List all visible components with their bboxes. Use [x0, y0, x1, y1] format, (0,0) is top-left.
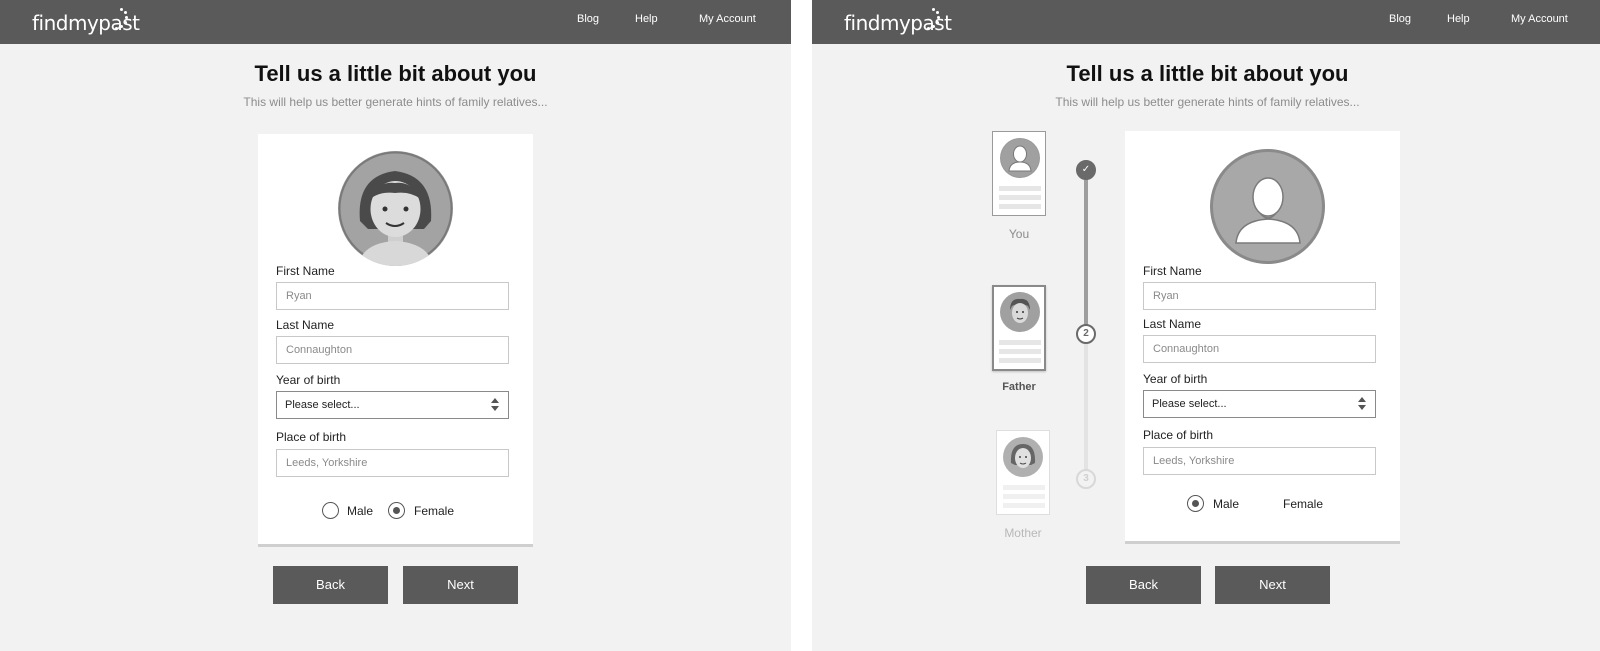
placeholder-line [1003, 503, 1045, 508]
year-of-birth-select[interactable]: Please select... [1143, 390, 1376, 418]
step-1-done-icon: ✓ [1076, 160, 1096, 180]
member-card-father[interactable] [992, 285, 1046, 371]
nav-my-account[interactable]: My Account [699, 13, 756, 25]
back-button[interactable]: Back [273, 566, 388, 604]
last-name-label: Last Name [276, 318, 335, 332]
gender-male-label[interactable]: Male [1213, 497, 1239, 511]
year-of-birth-label: Year of birth [276, 373, 341, 387]
page-title: Tell us a little bit about you [254, 61, 537, 86]
place-of-birth-label: Place of birth [276, 430, 347, 444]
first-name-input[interactable]: Ryan [1143, 282, 1376, 310]
top-navigation-bar: findmypast Blog Help My Account [812, 0, 1600, 44]
last-name-input[interactable]: Connaughton [276, 336, 509, 364]
first-name-label: First Name [276, 264, 335, 278]
right-panel: findmypast Blog Help My Account Tell us … [812, 0, 1600, 651]
next-button[interactable]: Next [1215, 566, 1330, 604]
last-name-label: Last Name [1143, 317, 1202, 331]
year-of-birth-select[interactable]: Please select... [276, 391, 509, 419]
nav-blog[interactable]: Blog [577, 13, 599, 25]
gender-male-radio[interactable] [322, 502, 339, 519]
first-name-label: First Name [1143, 264, 1202, 278]
nav-help[interactable]: Help [635, 13, 658, 25]
logo-dots-icon [927, 8, 940, 36]
placeholder-line [1003, 494, 1045, 499]
progress-rail-fill [1084, 170, 1088, 336]
placeholder-line [999, 358, 1041, 363]
placeholder-line [999, 204, 1041, 209]
page-subtitle: This will help us better generate hints … [243, 95, 548, 109]
placeholder-line [999, 186, 1041, 191]
logo-dots-icon [115, 8, 128, 36]
member-label-father: Father [1002, 381, 1036, 393]
left-panel: findmypast Blog Help My Account Tell us … [0, 0, 791, 651]
nav-my-account[interactable]: My Account [1511, 13, 1568, 25]
profile-form-card: First Name Ryan Last Name Connaughton Ye… [1125, 131, 1400, 544]
step-3-marker: 3 [1076, 469, 1096, 489]
back-button[interactable]: Back [1086, 566, 1201, 604]
female-face-icon [1003, 437, 1043, 477]
place-of-birth-input[interactable]: Leeds, Yorkshire [1143, 447, 1376, 475]
gender-female-radio[interactable] [388, 502, 405, 519]
gender-male-label[interactable]: Male [347, 504, 373, 518]
member-label-you: You [1008, 227, 1030, 241]
nav-blog[interactable]: Blog [1389, 13, 1411, 25]
generic-person-icon [1000, 138, 1040, 178]
place-of-birth-label: Place of birth [1143, 428, 1214, 442]
placeholder-line [1003, 485, 1045, 490]
generic-person-avatar-icon [1210, 149, 1325, 264]
first-name-input[interactable]: Ryan [276, 282, 509, 310]
select-arrows-icon [491, 398, 499, 412]
placeholder-line [999, 195, 1041, 200]
placeholder-line [999, 340, 1041, 345]
next-button[interactable]: Next [403, 566, 518, 604]
last-name-input[interactable]: Connaughton [1143, 335, 1376, 363]
year-of-birth-value: Please select... [285, 399, 360, 411]
placeholder-line [999, 349, 1041, 354]
member-card-mother[interactable] [996, 430, 1050, 515]
year-of-birth-label: Year of birth [1143, 372, 1208, 386]
gender-female-label[interactable]: Female [414, 504, 454, 518]
year-of-birth-value: Please select... [1152, 398, 1227, 410]
member-label-mother: Mother [1004, 526, 1042, 540]
profile-form-card: First Name Ryan Last Name Connaughton Ye… [258, 134, 533, 547]
gender-female-label[interactable]: Female [1283, 497, 1323, 511]
male-face-icon [1000, 292, 1040, 332]
member-card-you[interactable] [992, 131, 1046, 216]
female-avatar-icon [338, 151, 453, 266]
page-title: Tell us a little bit about you [1066, 61, 1349, 86]
top-navigation-bar: findmypast Blog Help My Account [0, 0, 791, 44]
place-of-birth-input[interactable]: Leeds, Yorkshire [276, 449, 509, 477]
step-2-marker: 2 [1076, 324, 1096, 344]
nav-help[interactable]: Help [1447, 13, 1470, 25]
select-arrows-icon [1358, 397, 1366, 411]
page-subtitle: This will help us better generate hints … [1055, 95, 1360, 109]
gender-male-radio[interactable] [1187, 495, 1204, 512]
